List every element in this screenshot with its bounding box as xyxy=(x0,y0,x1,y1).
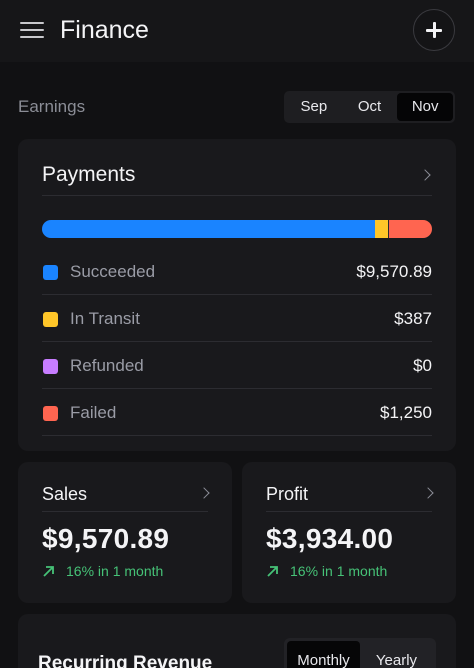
profit-trend: 16% in 1 month xyxy=(266,561,387,581)
chevron-right-icon[interactable] xyxy=(422,487,434,499)
recurring-revenue-card: Recurring Revenue Monthly Yearly xyxy=(18,614,456,668)
profit-title: Profit xyxy=(266,484,309,504)
page-title: Finance xyxy=(60,16,149,44)
chevron-right-icon[interactable] xyxy=(198,487,210,499)
legend-label: Failed xyxy=(70,403,117,422)
legend-label: Succeeded xyxy=(70,262,156,281)
sales-title: Sales xyxy=(42,484,88,504)
legend-value: $1,250 xyxy=(380,403,432,422)
legend-label: Refunded xyxy=(70,356,144,375)
succeeded-swatch xyxy=(43,265,58,280)
legend-value: $387 xyxy=(394,309,432,328)
sales-card[interactable]: Sales $9,570.89 16% in 1 month xyxy=(18,462,232,603)
failed-swatch xyxy=(43,406,58,421)
legend-row-succeeded[interactable]: Succeeded $9,570.89 xyxy=(42,248,432,295)
earnings-label: Earnings xyxy=(18,97,86,116)
arrow-up-right-icon xyxy=(43,566,54,577)
legend-row-in-transit[interactable]: In Transit $387 xyxy=(42,295,432,342)
in-transit-swatch xyxy=(43,312,58,327)
period-tab-yearly[interactable]: Yearly xyxy=(360,641,433,668)
trend-text: 16% in 1 month xyxy=(290,563,388,579)
hamburger-menu-icon[interactable] xyxy=(20,20,44,40)
arrow-up-right-icon xyxy=(267,566,278,577)
payments-stacked-bar xyxy=(42,220,432,238)
add-button[interactable] xyxy=(413,9,455,51)
divider xyxy=(266,511,432,512)
bar-segment-failed xyxy=(388,220,432,238)
app-header: Finance xyxy=(0,0,474,62)
trend-text: 16% in 1 month xyxy=(66,563,164,579)
month-tab-nov[interactable]: Nov xyxy=(397,93,454,121)
legend-value: $0 xyxy=(413,356,432,375)
divider xyxy=(42,511,208,512)
sales-trend: 16% in 1 month xyxy=(42,561,163,581)
month-selector: Sep Oct Nov xyxy=(284,91,455,123)
profit-card[interactable]: Profit $3,934.00 16% in 1 month xyxy=(242,462,456,603)
refunded-swatch xyxy=(43,359,58,374)
sales-value: $9,570.89 xyxy=(42,523,170,554)
payments-title: Payments xyxy=(42,163,136,186)
period-selector: Monthly Yearly xyxy=(284,638,436,668)
legend-label: In Transit xyxy=(70,309,140,328)
month-tab-oct[interactable]: Oct xyxy=(342,93,398,121)
payments-card[interactable]: Payments Succeeded $9,570.89 In Transit … xyxy=(18,139,456,451)
month-tab-sep[interactable]: Sep xyxy=(286,93,342,121)
period-tab-monthly[interactable]: Monthly xyxy=(287,641,360,668)
legend-row-failed[interactable]: Failed $1,250 xyxy=(42,389,432,436)
bar-segment-in-transit xyxy=(375,220,389,238)
divider xyxy=(42,435,432,436)
legend-row-refunded[interactable]: Refunded $0 xyxy=(42,342,432,389)
profit-value: $3,934.00 xyxy=(266,523,394,554)
divider xyxy=(42,195,432,196)
legend-value: $9,570.89 xyxy=(356,262,432,281)
recurring-revenue-title: Recurring Revenue xyxy=(38,653,213,668)
bar-segment-succeeded xyxy=(42,220,376,238)
chevron-right-icon[interactable] xyxy=(419,169,431,181)
